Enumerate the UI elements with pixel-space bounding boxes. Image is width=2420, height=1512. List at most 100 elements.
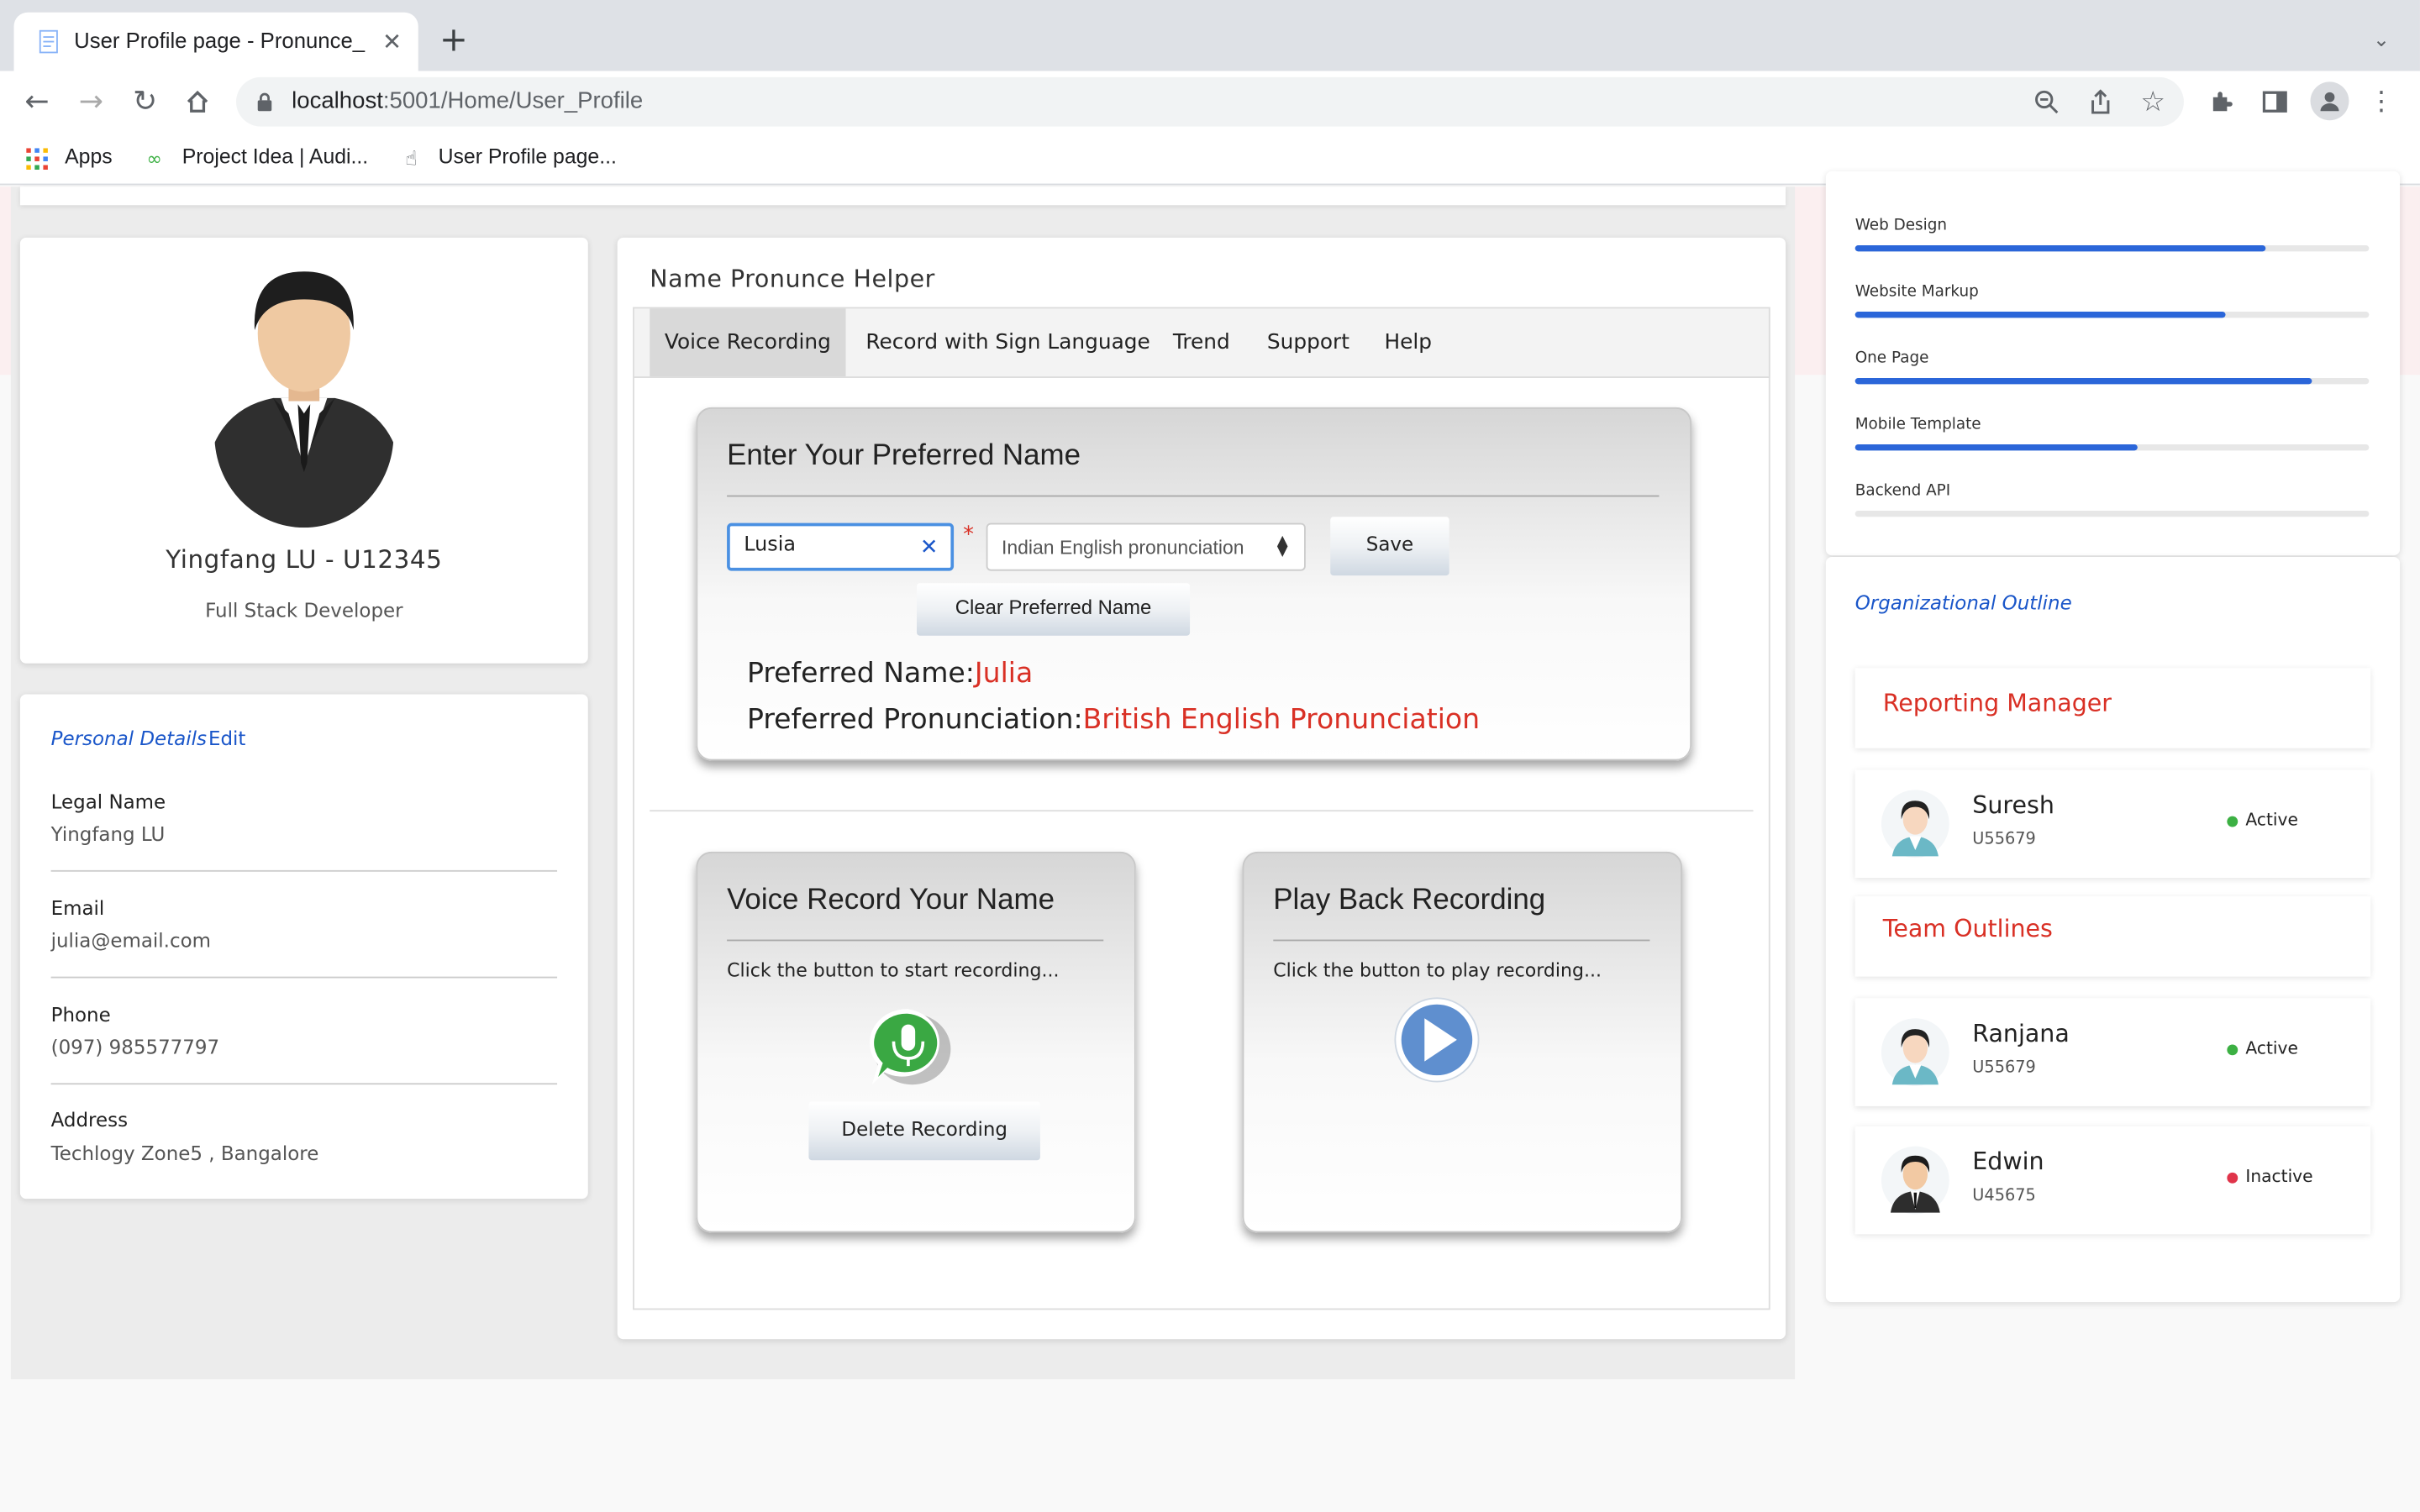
back-icon[interactable]: ← xyxy=(20,85,54,118)
preferred-pronunciation-row: Preferred Pronunciation:British English … xyxy=(747,704,1480,737)
browser-menu-icon[interactable]: ⋮ xyxy=(2368,85,2394,118)
avatar xyxy=(1880,1016,1950,1087)
status-badge: Active xyxy=(2245,1038,2298,1058)
required-mark: * xyxy=(963,522,974,549)
team-outlines-header: Team Outlines xyxy=(1854,896,2371,977)
skill-label: Backend API xyxy=(1854,482,1951,501)
save-button[interactable]: Save xyxy=(1330,517,1449,576)
preferred-name-row: Preferred Name:Julia xyxy=(747,657,1033,690)
skill-label: Website Markup xyxy=(1854,283,1979,302)
tab-search-chevron-icon[interactable]: ⌄ xyxy=(2366,24,2397,55)
status-badge: Active xyxy=(2245,810,2298,831)
preferred-name-label: Preferred Name: xyxy=(746,657,975,690)
team-member-card[interactable]: Ranjana U55679 Active xyxy=(1854,998,2371,1106)
preferred-pronunciation-label: Preferred Pronunciation: xyxy=(746,703,1083,737)
skill-label: Mobile Template xyxy=(1854,416,1981,434)
divider xyxy=(1273,939,1650,942)
delete-recording-button[interactable]: Delete Recording xyxy=(808,1101,1040,1161)
voice-record-heading: Voice Record Your Name xyxy=(727,884,1055,916)
address-value: Techlogy Zone5 , Bangalore xyxy=(50,1142,319,1165)
bookmark-star-icon[interactable]: ☆ xyxy=(2138,86,2169,118)
team-outlines-heading: Team Outlines xyxy=(1882,915,2053,943)
skill-progress-fill xyxy=(1854,245,2266,252)
reload-icon[interactable]: ↻ xyxy=(128,85,161,118)
browser-toolbar: ← → ↻ localhost:5001/Home/User_Profile ☆ xyxy=(0,71,2420,133)
edit-personal-details-link[interactable]: Edit xyxy=(208,727,245,750)
preferred-name-input-value: Lusia xyxy=(744,533,797,558)
pronunciation-select[interactable]: Indian English pronunciation ▲ ▼ xyxy=(986,522,1306,571)
clear-preferred-name-button[interactable]: Clear Preferred Name xyxy=(916,583,1191,636)
address-label: Address xyxy=(50,1107,129,1131)
divider xyxy=(727,939,1104,942)
status-badge: Inactive xyxy=(2245,1166,2313,1187)
divider xyxy=(50,976,558,979)
bookmark-user-profile[interactable]: User Profile page... xyxy=(439,145,617,169)
team-member-id: U55679 xyxy=(1972,1058,2036,1078)
phone-value: (097) 985577797 xyxy=(50,1035,220,1058)
skill-progress-fill xyxy=(1854,312,2226,318)
page-favicon-icon xyxy=(35,28,63,55)
pronunciation-select-value: Indian English pronunciation xyxy=(1002,537,1244,559)
home-icon[interactable] xyxy=(181,85,214,118)
preferred-name-value: Julia xyxy=(974,657,1034,690)
skill-label: One Page xyxy=(1854,349,1929,368)
skill-progress-track xyxy=(1854,377,2370,385)
tab-help[interactable]: Help xyxy=(1385,308,1433,376)
extensions-puzzle-icon[interactable] xyxy=(2206,85,2239,118)
tab-support[interactable]: Support xyxy=(1267,308,1349,376)
skill-progress-fill xyxy=(1854,377,2313,385)
org-outline-title: Organizational Outline xyxy=(1854,591,2072,615)
preferred-name-input[interactable]: Lusia ✕ xyxy=(727,522,955,571)
playback-hint: Click the button to play recording... xyxy=(1273,959,1602,982)
reporting-manager-heading: Reporting Manager xyxy=(1882,690,2112,718)
lock-icon[interactable] xyxy=(253,90,275,114)
record-microphone-icon[interactable] xyxy=(865,1006,955,1089)
status-dot xyxy=(2227,1172,2238,1184)
team-member-card[interactable]: Edwin U45675 Inactive xyxy=(1854,1126,2371,1235)
helper-tabs: Voice Recording Record with Sign Languag… xyxy=(633,307,1770,378)
status-dot xyxy=(2227,1044,2238,1056)
browser-tab[interactable]: User Profile page - Pronunce_ ✕ xyxy=(13,12,418,71)
close-tab-icon[interactable]: ✕ xyxy=(378,28,406,55)
phone-label: Phone xyxy=(50,1002,111,1026)
select-arrows-icon: ▲ ▼ xyxy=(1276,533,1288,560)
new-tab-icon[interactable]: + xyxy=(437,21,471,60)
status-dot xyxy=(2227,816,2238,827)
divider xyxy=(50,1083,558,1085)
address-bar[interactable]: localhost:5001/Home/User_Profile ☆ xyxy=(236,76,2184,127)
apps-grid-icon[interactable] xyxy=(24,146,49,171)
bookmark-apps[interactable]: Apps xyxy=(65,145,113,169)
forward-icon[interactable]: → xyxy=(74,85,108,118)
tab-sign-language[interactable]: Record with Sign Language xyxy=(865,308,1150,376)
team-member-name: Edwin xyxy=(1972,1147,2044,1176)
tab-trend[interactable]: Trend xyxy=(1173,308,1230,376)
helper-title: Name Pronunce Helper xyxy=(650,265,935,293)
browser-tab-title: User Profile page - Pronunce_ xyxy=(74,28,366,53)
team-member-name: Ranjana xyxy=(1972,1020,2070,1048)
share-icon[interactable] xyxy=(2085,87,2116,118)
playback-panel: Play Back Recording Click the button to … xyxy=(1242,851,1683,1233)
zoom-icon[interactable] xyxy=(2031,87,2062,118)
play-recording-icon[interactable] xyxy=(1391,997,1483,1084)
url-path: :5001/Home/User_Profile xyxy=(382,87,644,114)
profile-name: Yingfang LU - U12345 xyxy=(166,544,443,575)
divider xyxy=(727,495,1660,497)
side-panel-icon[interactable] xyxy=(2258,85,2291,118)
team-member-id: U45675 xyxy=(1972,1186,2036,1205)
personal-details-title: Personal Details xyxy=(50,727,207,750)
skill-progress-track xyxy=(1854,510,2370,517)
email-label: Email xyxy=(50,896,105,920)
tab-voice-recording[interactable]: Voice Recording xyxy=(650,308,846,377)
bookmark-project-idea[interactable]: Project Idea | Audi... xyxy=(182,145,368,169)
divider xyxy=(50,869,558,872)
skill-label: Web Design xyxy=(1854,217,1948,235)
personal-details-card: Personal Details Edit Legal Name Yingfan… xyxy=(19,694,588,1200)
preferred-name-panel: Enter Your Preferred Name Lusia ✕ * Indi… xyxy=(696,407,1692,761)
url-host: localhost xyxy=(292,87,383,114)
manager-card[interactable]: Suresh U55679 Active xyxy=(1854,769,2371,879)
bookmark-hand-icon: ☝ xyxy=(405,147,418,171)
legal-name-value: Yingfang LU xyxy=(50,822,166,846)
profile-avatar-icon[interactable] xyxy=(2310,81,2349,121)
skill-progress-track xyxy=(1854,312,2370,318)
clear-input-icon[interactable]: ✕ xyxy=(917,535,941,559)
